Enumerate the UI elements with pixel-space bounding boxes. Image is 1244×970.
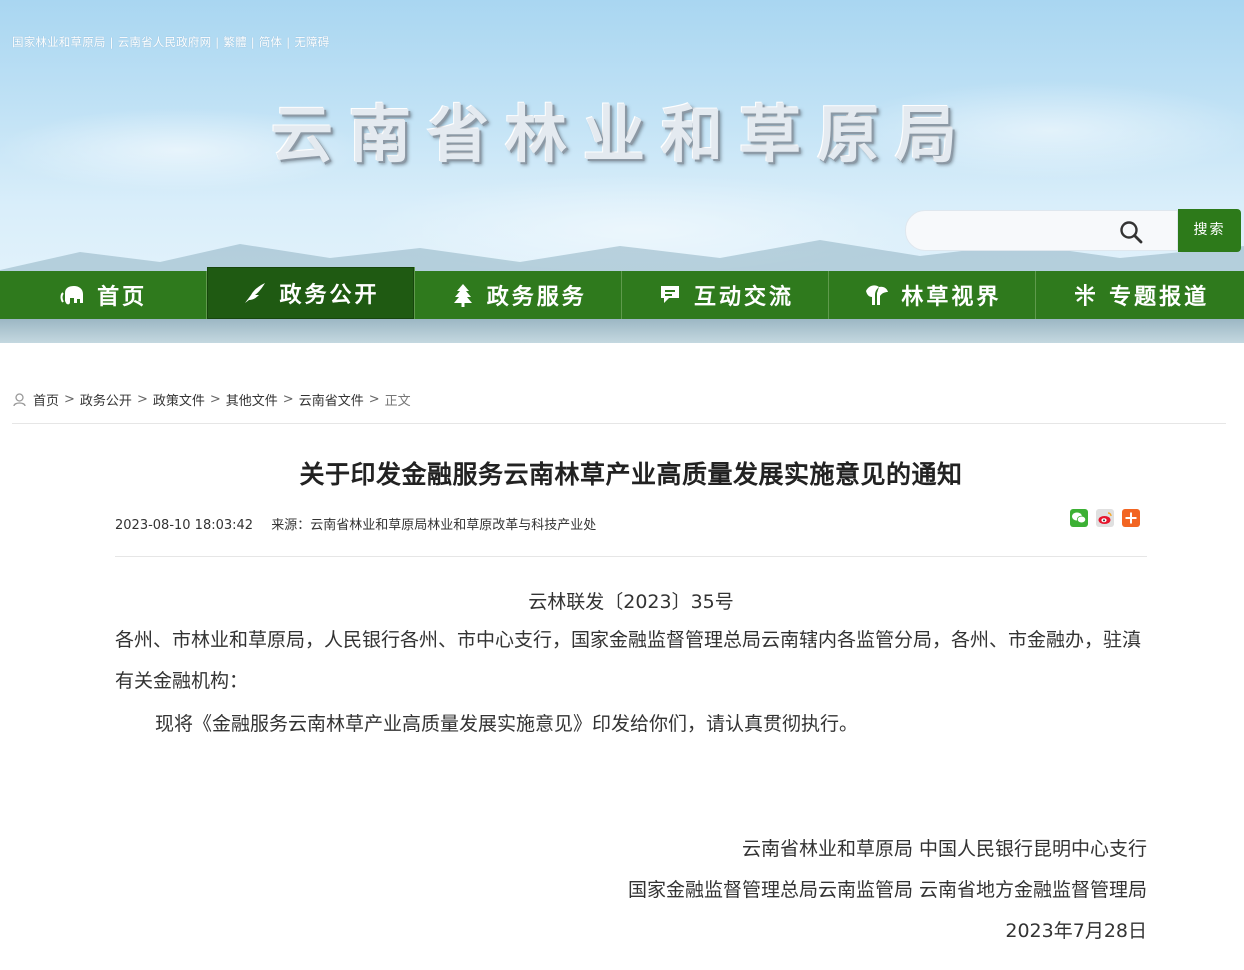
nav-item-government-affairs[interactable]: 政务公开: [207, 267, 415, 319]
top-link-yunnan-gov[interactable]: 云南省人民政府网: [118, 35, 212, 49]
nav-item-interaction[interactable]: 互动交流: [622, 271, 830, 319]
signature-line: 云南省林业和草原局 中国人民银行昆明中心支行: [741, 838, 1147, 860]
peacock-icon: [866, 285, 889, 305]
location-icon: [13, 393, 26, 407]
top-link-traditional[interactable]: 繁體: [223, 35, 246, 49]
breadcrumb-separator: >: [368, 392, 380, 407]
source-label: 来源：: [271, 518, 311, 533]
search-input[interactable]: [918, 219, 1118, 243]
separator: |: [109, 35, 114, 49]
search-button[interactable]: 搜索: [1178, 209, 1241, 252]
breadcrumb-current: 正文: [384, 394, 411, 409]
site-title: 云南省林业和草原局: [270, 98, 973, 171]
nav-label-forestry-vision: 林草视界: [901, 285, 1002, 310]
breadcrumb-yunnan-documents[interactable]: 云南省文件: [299, 390, 364, 409]
top-link-national-forestry[interactable]: 国家林业和草原局: [12, 35, 106, 49]
breadcrumb-separator: >: [64, 392, 75, 407]
nav-item-government-services[interactable]: 政务服务: [415, 271, 622, 319]
nav-label-interaction: 互动交流: [694, 285, 795, 310]
signature-line: 国家金融监督管理总局云南监管局 云南省地方金融监督管理局: [627, 879, 1147, 901]
nav-item-home[interactable]: 首页: [0, 271, 208, 319]
source-text: 云南省林业和草原局林业和草原改革与科技产业处: [310, 518, 597, 533]
breadcrumb-separator: >: [136, 392, 148, 407]
elephant-icon: [60, 286, 84, 305]
breadcrumb-other-documents[interactable]: 其他文件: [226, 390, 278, 409]
nav-label-government-services: 政务服务: [486, 285, 587, 310]
main-nav: 首页 政务公开 政务服务 互动交流 林草视界 专题报道: [0, 267, 1244, 319]
breadcrumb-government-affairs[interactable]: 政务公开: [80, 390, 132, 409]
addressee-paragraph: 各州、市林业和草原局，人民银行各州、市中心支行，国家金融监督管理总局云南辖内各监…: [115, 629, 1142, 692]
nav-decorative-strip: [0, 319, 1244, 343]
top-link-simplified[interactable]: 简体: [259, 35, 282, 49]
separator: |: [286, 35, 291, 49]
breadcrumb-separator: >: [209, 392, 221, 407]
publish-datetime: 2023-08-10 18:03:42: [115, 518, 254, 533]
nav-label-home: 首页: [97, 285, 148, 310]
nav-label-government-affairs: 政务公开: [279, 283, 380, 308]
breadcrumb-home[interactable]: 首页: [33, 390, 59, 409]
breadcrumb-policy-documents[interactable]: 政策文件: [153, 390, 205, 409]
nav-item-forestry-vision[interactable]: 林草视界: [829, 271, 1037, 319]
separator: |: [215, 35, 220, 49]
article-title: 关于印发金融服务云南林草产业高质量发展实施意见的通知: [299, 460, 963, 489]
bird-icon: [245, 283, 266, 303]
wechat-icon[interactable]: [1070, 509, 1088, 527]
tree-icon: [453, 284, 472, 307]
nav-item-special-reports[interactable]: 专题报道: [1036, 271, 1243, 319]
breadcrumb: 首页 > 政务公开 > 政策文件 > 其他文件 > 云南省文件 > 正文: [12, 390, 411, 409]
top-links: 国家林业和草原局 | 云南省人民政府网 | 繁體 | 简体 | 无障碍: [12, 34, 329, 50]
document-number: 云林联发〔2023〕35号: [528, 591, 734, 613]
body-paragraph: 现将《金融服务云南林草产业高质量发展实施意见》印发给你们，请认真贯彻执行。: [155, 713, 859, 735]
more-share-icon[interactable]: [1122, 509, 1140, 527]
search-icon[interactable]: [1118, 219, 1144, 245]
top-link-accessibility[interactable]: 无障碍: [294, 35, 329, 49]
sprout-icon: [1075, 284, 1096, 306]
nav-label-special-reports: 专题报道: [1109, 285, 1210, 310]
article-meta: 2023-08-10 18:03:42 来源：云南省林业和草原局林业和草原改革与…: [115, 514, 596, 533]
separator: |: [250, 35, 255, 49]
breadcrumb-separator: >: [282, 392, 294, 407]
meta-divider: [115, 556, 1147, 557]
share-buttons: [1070, 509, 1140, 527]
breadcrumb-divider: [12, 423, 1226, 424]
chat-icon: [661, 286, 680, 303]
signature-date: 2023年7月28日: [1005, 920, 1147, 942]
weibo-icon[interactable]: [1096, 509, 1114, 527]
